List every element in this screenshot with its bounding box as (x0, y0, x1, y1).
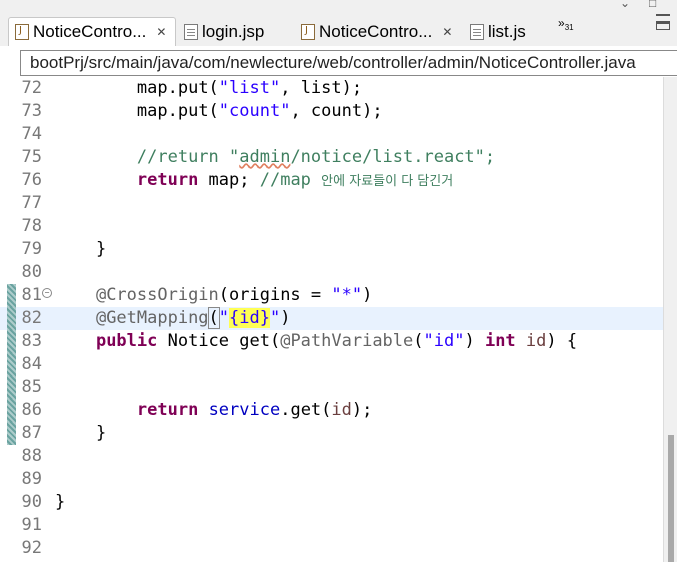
vertical-scrollbar[interactable] (663, 77, 677, 562)
code-text: return map; //map 안에 자료들이 다 담긴거 (136, 170, 454, 190)
line-number: 75 (21, 147, 42, 167)
code-line: 72 map.put("list", list); (0, 77, 663, 100)
line-number: 78 (21, 216, 42, 236)
code-text: } (95, 423, 107, 443)
breadcrumb: bootPrj/src/main/java/com/newlecture/web… (20, 50, 677, 76)
code-line: 79 } (0, 238, 663, 261)
line-number: 80 (21, 262, 42, 282)
code-line: 74 (0, 123, 663, 146)
tab-list-js[interactable]: list.js (464, 17, 554, 46)
dropdown-icon[interactable]: ⌄ (620, 0, 630, 10)
code-line: 81 − @CrossOrigin(origins = "*") (0, 284, 663, 307)
code-text: @CrossOrigin(origins = "*") (95, 285, 373, 305)
hidden-tab-count: 31 (564, 23, 574, 32)
line-number: 82 (21, 308, 42, 328)
line-number: 76 (21, 170, 42, 190)
minimize-icon[interactable] (656, 14, 670, 16)
code-line: 85 (0, 376, 663, 399)
chevron-right-icon: » (558, 16, 565, 30)
code-line: 76 return map; //map 안에 자료들이 다 담긴거 (0, 169, 663, 192)
java-file-icon (15, 24, 29, 40)
code-text: @GetMapping("{id}") (95, 307, 291, 329)
editor-tab-bar: ⌄ □ NoticeContro... ✕ login.jsp NoticeCo… (0, 0, 677, 46)
line-number: 86 (21, 400, 42, 420)
line-number: 90 (21, 492, 42, 512)
line-number: 91 (21, 515, 42, 535)
code-line: 92 (0, 537, 663, 560)
code-line: 75 //return "admin/notice/list.react"; (0, 146, 663, 169)
window-top-strip (0, 0, 677, 10)
current-code-line: 82 @GetMapping("{id}") (0, 307, 663, 330)
tab-notice-controller-1[interactable]: NoticeContro... ✕ (8, 17, 176, 46)
code-line: 73 map.put("count", count); (0, 100, 663, 123)
window-control-icon[interactable]: □ (649, 0, 656, 10)
line-number: 89 (21, 469, 42, 489)
tab-close-icon[interactable]: ✕ (442, 25, 452, 39)
code-line: 77 (0, 192, 663, 215)
tab-label: login.jsp (202, 21, 265, 41)
line-number: 88 (21, 446, 42, 466)
code-line: 90 } (0, 491, 663, 514)
line-number: 92 (21, 538, 42, 558)
tab-label: NoticeContro... (319, 21, 433, 41)
line-number: 73 (21, 101, 42, 121)
tab-label: NoticeContro... (33, 22, 147, 41)
collapse-icon[interactable]: − (42, 288, 52, 298)
line-number: 84 (21, 354, 42, 374)
code-text: } (55, 492, 66, 512)
code-line: 89 (0, 468, 663, 491)
code-text: return service.get(id); (136, 400, 373, 420)
line-number: 85 (21, 377, 42, 397)
line-number: 72 (21, 78, 42, 98)
line-number: 77 (21, 193, 42, 213)
code-line: 84 (0, 353, 663, 376)
code-editor[interactable]: 72 map.put("list", list); 73 map.put("co… (0, 77, 663, 562)
code-line: 86 return service.get(id); (0, 399, 663, 422)
code-text: map.put("list", list); (136, 78, 363, 98)
code-line: 80 (0, 261, 663, 284)
code-line: 87 } (0, 422, 663, 445)
code-text: public Notice get(@PathVariable("id") in… (95, 331, 578, 351)
line-number: 83 (21, 331, 42, 351)
code-line: 83 public Notice get(@PathVariable("id")… (0, 330, 663, 353)
code-text: } (95, 239, 107, 259)
code-line: 78 (0, 215, 663, 238)
maximize-icon[interactable] (656, 21, 670, 30)
file-icon (470, 23, 484, 40)
java-file-icon (301, 23, 315, 40)
tab-login-jsp[interactable]: login.jsp (178, 17, 294, 46)
code-line: 91 (0, 514, 663, 537)
code-comment: //return "admin/notice/list.react"; (136, 147, 496, 167)
tab-notice-controller-2[interactable]: NoticeContro... ✕ (295, 17, 463, 46)
file-icon (184, 23, 198, 40)
line-number: 87 (21, 423, 42, 443)
line-number: 74 (21, 124, 42, 144)
line-number: 81 (21, 285, 42, 305)
tab-close-icon[interactable]: ✕ (156, 25, 166, 39)
code-line: 88 (0, 445, 663, 468)
code-text: map.put("count", count); (136, 101, 383, 121)
line-number: 79 (21, 239, 42, 259)
tab-label: list.js (488, 21, 526, 41)
tab-overflow-button[interactable]: »31 (558, 16, 574, 32)
scrollbar-thumb[interactable] (668, 435, 674, 562)
